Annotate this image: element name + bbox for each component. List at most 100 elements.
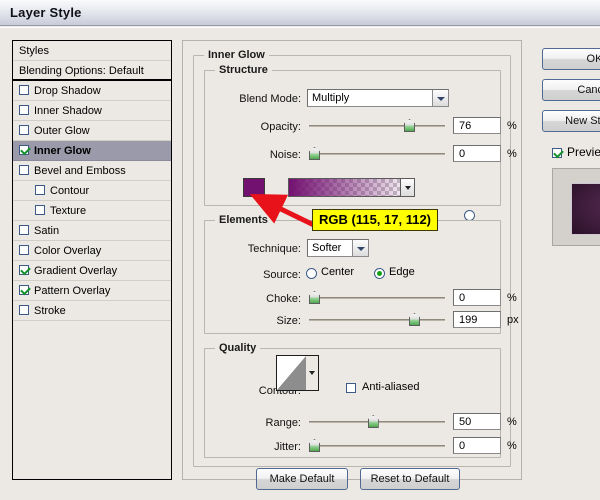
slider-thumb[interactable]	[404, 119, 415, 132]
noise-input[interactable]: 0	[453, 145, 501, 162]
noise-slider[interactable]	[309, 147, 445, 161]
cancel-button[interactable]: Cancel	[542, 79, 600, 101]
slider-thumb[interactable]	[309, 147, 320, 160]
chevron-down-icon[interactable]	[432, 90, 448, 106]
source-edge-label[interactable]: Edge	[389, 266, 415, 278]
style-item-gradient-overlay[interactable]: Gradient Overlay	[13, 261, 171, 281]
new-style-button[interactable]: New Style...	[542, 110, 600, 132]
style-item-inner-shadow[interactable]: Inner Shadow	[13, 101, 171, 121]
structure-group-title: Structure	[215, 64, 272, 76]
style-effect-checkbox[interactable]	[19, 125, 29, 135]
blend-mode-label: Blend Mode:	[209, 93, 301, 105]
slider-thumb[interactable]	[409, 313, 420, 326]
slider-thumb[interactable]	[368, 415, 379, 428]
range-label: Range:	[209, 417, 301, 429]
opacity-slider[interactable]	[309, 119, 445, 133]
technique-select[interactable]: Softer	[307, 239, 369, 257]
styles-list-panel[interactable]: StylesBlending Options: DefaultDrop Shad…	[12, 40, 172, 480]
make-default-button[interactable]: Make Default	[256, 468, 348, 490]
preview-toggle[interactable]: Preview	[552, 145, 600, 159]
size-input[interactable]: 199	[453, 311, 501, 328]
style-effect-checkbox[interactable]	[19, 85, 29, 95]
contour-preset-swatch[interactable]	[276, 355, 319, 391]
style-item-label: Drop Shadow	[34, 81, 101, 101]
layer-style-dialog: StylesBlending Options: DefaultDrop Shad…	[0, 27, 600, 500]
jitter-label: Jitter:	[209, 441, 301, 453]
style-item-stroke[interactable]: Stroke	[13, 301, 171, 321]
opacity-label: Opacity:	[209, 121, 301, 133]
inner-glow-settings-panel: Inner Glow Structure Blend Mode: Multipl…	[182, 40, 522, 480]
style-effect-checkbox[interactable]	[19, 245, 29, 255]
anti-aliased-label[interactable]: Anti-aliased	[362, 381, 419, 393]
style-item-label: Gradient Overlay	[34, 261, 117, 281]
ok-button[interactable]: OK	[542, 48, 600, 70]
preview-checkbox[interactable]	[552, 148, 562, 158]
style-item-label: Styles	[19, 41, 49, 61]
source-label: Source:	[209, 269, 301, 281]
choke-value: 0	[459, 292, 465, 304]
style-item-label: Stroke	[34, 301, 66, 321]
source-edge-radio[interactable]	[374, 268, 385, 279]
style-item-drop-shadow[interactable]: Drop Shadow	[13, 81, 171, 101]
style-effect-checkbox[interactable]	[19, 225, 29, 235]
style-item-inner-glow[interactable]: Inner Glow	[13, 141, 171, 161]
style-effect-checkbox[interactable]	[19, 305, 29, 315]
style-item-label: Color Overlay	[34, 241, 101, 261]
window-title-bar: Layer Style	[0, 0, 600, 26]
style-item-label: Texture	[50, 201, 86, 221]
choke-label: Choke:	[209, 293, 301, 305]
style-item-outer-glow[interactable]: Outer Glow	[13, 121, 171, 141]
style-item-satin[interactable]: Satin	[13, 221, 171, 241]
contour-chevron-down-icon[interactable]	[306, 356, 318, 390]
style-effect-checkbox[interactable]	[19, 165, 29, 175]
opacity-input[interactable]: 76	[453, 117, 501, 134]
source-center-label[interactable]: Center	[321, 266, 354, 278]
source-center-radio[interactable]	[306, 268, 317, 279]
slider-track	[309, 319, 445, 321]
styles-list-header[interactable]: Styles	[13, 41, 171, 61]
chevron-down-icon[interactable]	[352, 240, 368, 256]
style-effect-checkbox[interactable]	[19, 145, 29, 155]
noise-unit: %	[507, 148, 517, 160]
elements-group: Elements Technique: Softer Source: Cente…	[204, 220, 501, 334]
size-label: Size:	[209, 315, 301, 327]
jitter-input[interactable]: 0	[453, 437, 501, 454]
choke-slider[interactable]	[309, 291, 445, 305]
reset-to-default-button[interactable]: Reset to Default	[360, 468, 460, 490]
style-item-texture[interactable]: Texture	[13, 201, 171, 221]
style-effect-checkbox[interactable]	[19, 105, 29, 115]
anti-aliased-checkbox[interactable]	[346, 383, 356, 393]
style-item-color-overlay[interactable]: Color Overlay	[13, 241, 171, 261]
style-effect-checkbox[interactable]	[19, 265, 29, 275]
style-item-pattern-overlay[interactable]: Pattern Overlay	[13, 281, 171, 301]
style-effect-checkbox[interactable]	[19, 285, 29, 295]
slider-track	[309, 297, 445, 299]
jitter-unit: %	[507, 440, 517, 452]
range-slider[interactable]	[309, 415, 445, 429]
rgb-tooltip: RGB (115, 17, 112)	[312, 209, 438, 231]
slider-thumb[interactable]	[309, 291, 320, 304]
slider-track	[309, 153, 445, 155]
style-effect-checkbox[interactable]	[35, 185, 45, 195]
jitter-slider[interactable]	[309, 439, 445, 453]
size-slider[interactable]	[309, 313, 445, 327]
style-effect-checkbox[interactable]	[35, 205, 45, 215]
technique-label: Technique:	[209, 243, 301, 255]
style-item-contour[interactable]: Contour	[13, 181, 171, 201]
callout-arrow-icon	[246, 191, 322, 231]
opacity-unit: %	[507, 120, 517, 132]
range-unit: %	[507, 416, 517, 428]
gradient-chevron-down-icon[interactable]	[400, 178, 415, 197]
blending-options-item[interactable]: Blending Options: Default	[13, 61, 171, 81]
inner-glow-group-title: Inner Glow	[204, 49, 269, 61]
style-item-label: Blending Options: Default	[19, 61, 144, 81]
slider-track	[309, 125, 445, 127]
style-item-label: Contour	[50, 181, 89, 201]
blend-mode-select[interactable]: Multiply	[307, 89, 449, 107]
noise-label: Noise:	[209, 149, 301, 161]
choke-input[interactable]: 0	[453, 289, 501, 306]
style-item-bevel-and-emboss[interactable]: Bevel and Emboss	[13, 161, 171, 181]
range-value: 50	[459, 416, 471, 428]
range-input[interactable]: 50	[453, 413, 501, 430]
slider-thumb[interactable]	[309, 439, 320, 452]
